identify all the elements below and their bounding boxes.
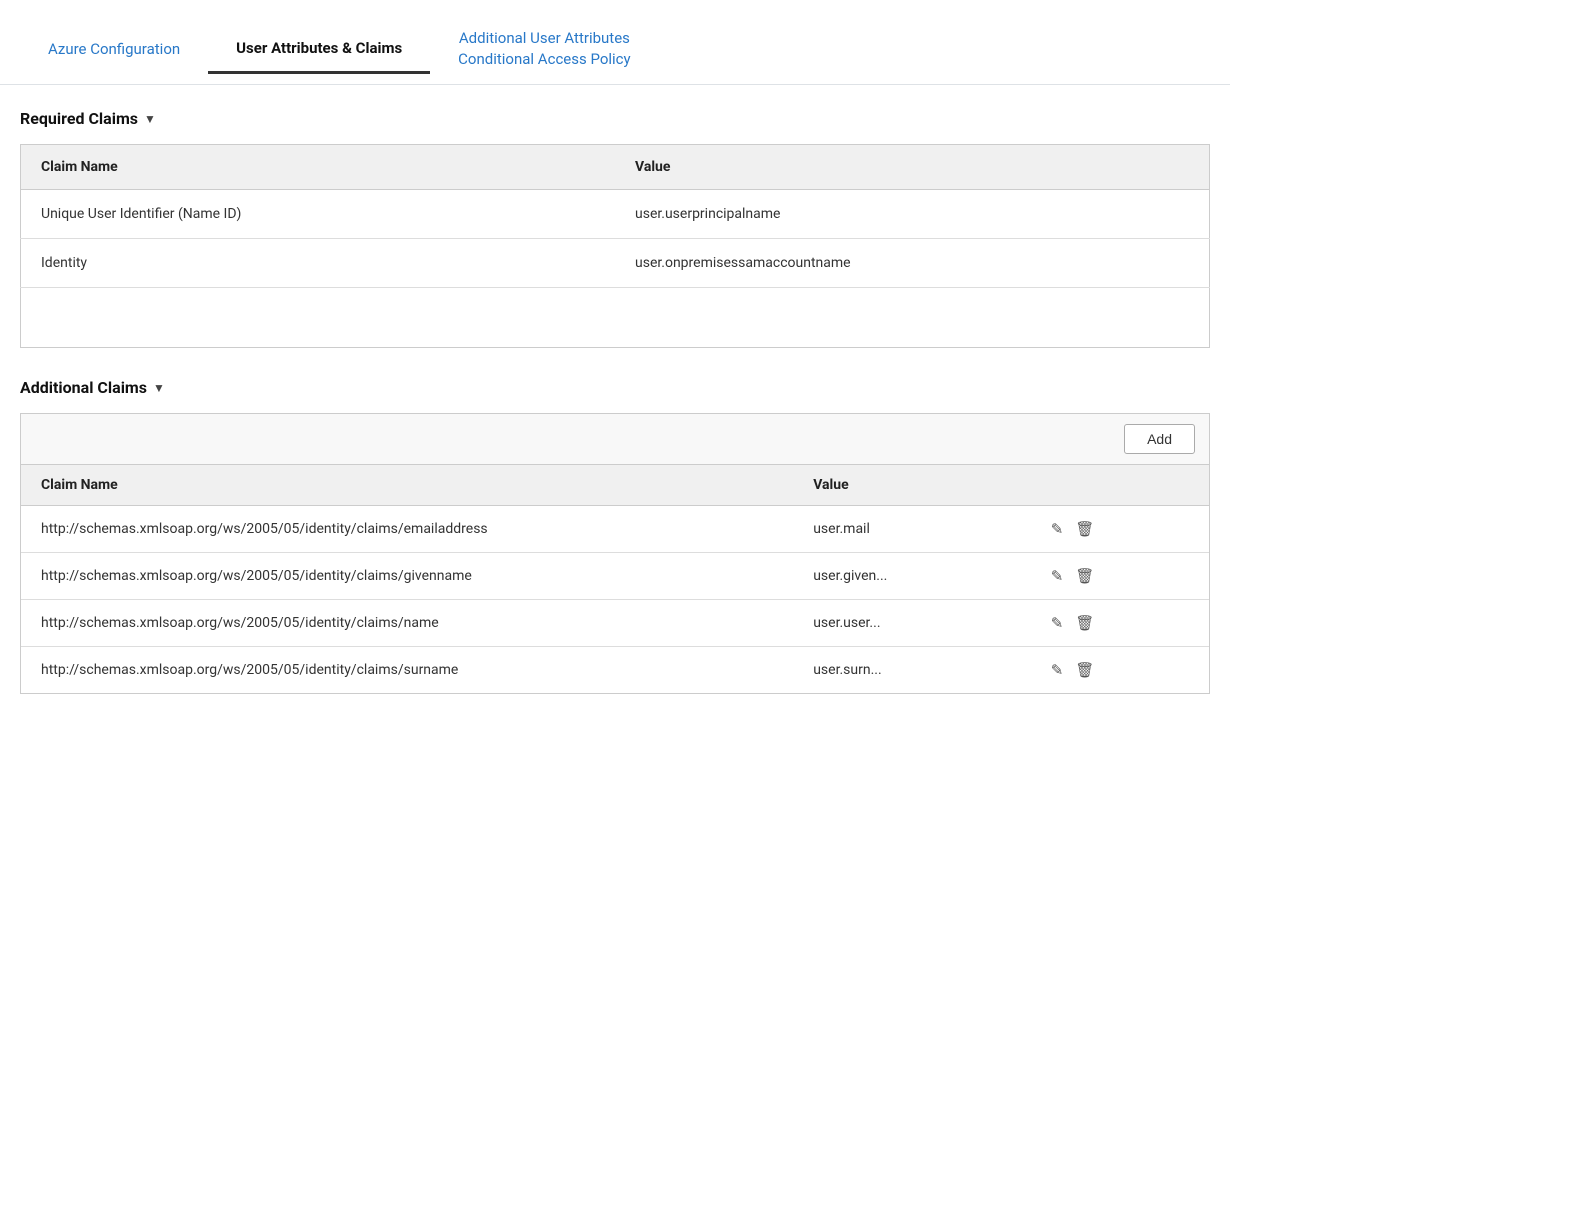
table-row: Unique User Identifier (Name ID) user.us… [21,190,1210,239]
additional-claim-name-3: http://schemas.xmlsoap.org/ws/2005/05/id… [21,647,793,694]
delete-button-0[interactable]: 🗑 [1075,520,1094,538]
tab-user-attributes-claims[interactable]: User Attributes & Claims [208,27,430,74]
add-row: Add [21,414,1209,465]
additional-claims-header-row: Claim Name Value [21,465,1209,506]
delete-button-2[interactable]: 🗑 [1075,614,1094,632]
tab-additional-conditional[interactable]: Additional User Attributes Conditional A… [430,16,658,84]
additional-claim-actions-3: ✎ 🗑 [1031,647,1209,694]
additional-claim-actions-1: ✎ 🗑 [1031,553,1209,600]
additional-claim-name-2: http://schemas.xmlsoap.org/ws/2005/05/id… [21,600,793,647]
edit-button-3[interactable]: ✎ [1051,661,1064,679]
empty-row [21,288,1210,348]
additional-claim-name-0: http://schemas.xmlsoap.org/ws/2005/05/id… [21,506,793,553]
tab-azure-configuration[interactable]: Azure Configuration [20,28,208,72]
additional-claim-value-1: user.given... [793,553,1031,600]
additional-claims-section-header[interactable]: Additional Claims ▼ [20,378,1210,397]
table-row: http://schemas.xmlsoap.org/ws/2005/05/id… [21,553,1209,600]
delete-button-1[interactable]: 🗑 [1075,567,1094,585]
additional-claim-actions-2: ✎ 🗑 [1031,600,1209,647]
required-claim-value-0: user.userprincipalname [615,190,1210,239]
required-claims-col-name-header: Claim Name [21,145,616,190]
required-claims-header-row: Claim Name Value [21,145,1210,190]
additional-claim-value-3: user.surn... [793,647,1031,694]
required-claims-col-value-header: Value [615,145,1210,190]
required-claim-value-1: user.onpremisessamaccountname [615,239,1210,288]
required-claim-name-1: Identity [21,239,616,288]
nav-tabs: Azure Configuration User Attributes & Cl… [0,0,1230,85]
required-claims-section-header[interactable]: Required Claims ▼ [20,109,1210,128]
additional-claim-value-2: user.user... [793,600,1031,647]
table-row: http://schemas.xmlsoap.org/ws/2005/05/id… [21,600,1209,647]
edit-button-2[interactable]: ✎ [1051,614,1064,632]
additional-claims-col-name-header: Claim Name [21,465,793,506]
additional-claims-col-value-header: Value [793,465,1031,506]
additional-claims-table: Claim Name Value http://schemas.xmlsoap.… [21,465,1209,693]
main-content: Required Claims ▼ Claim Name Value Uniqu… [0,85,1230,738]
table-row: Identity user.onpremisessamaccountname [21,239,1210,288]
required-claims-table: Claim Name Value Unique User Identifier … [20,144,1210,348]
edit-button-0[interactable]: ✎ [1051,520,1064,538]
additional-claims-label: Additional Claims [20,378,147,397]
additional-claim-value-0: user.mail [793,506,1031,553]
additional-claim-name-1: http://schemas.xmlsoap.org/ws/2005/05/id… [21,553,793,600]
additional-claims-table-wrapper: Add Claim Name Value http://schemas.xmls… [20,413,1210,694]
table-row: http://schemas.xmlsoap.org/ws/2005/05/id… [21,506,1209,553]
required-claims-chevron: ▼ [144,112,156,126]
additional-claim-actions-0: ✎ 🗑 [1031,506,1209,553]
tab-additional-user-attributes-label: Additional User Attributes [459,28,630,49]
add-button[interactable]: Add [1124,424,1195,454]
edit-button-1[interactable]: ✎ [1051,567,1064,585]
additional-claims-col-actions-header [1031,465,1209,506]
tab-conditional-access-policy-label: Conditional Access Policy [458,49,630,70]
required-claim-name-0: Unique User Identifier (Name ID) [21,190,616,239]
required-claims-label: Required Claims [20,109,138,128]
table-row: http://schemas.xmlsoap.org/ws/2005/05/id… [21,647,1209,694]
delete-button-3[interactable]: 🗑 [1075,661,1094,679]
additional-claims-chevron: ▼ [153,381,165,395]
